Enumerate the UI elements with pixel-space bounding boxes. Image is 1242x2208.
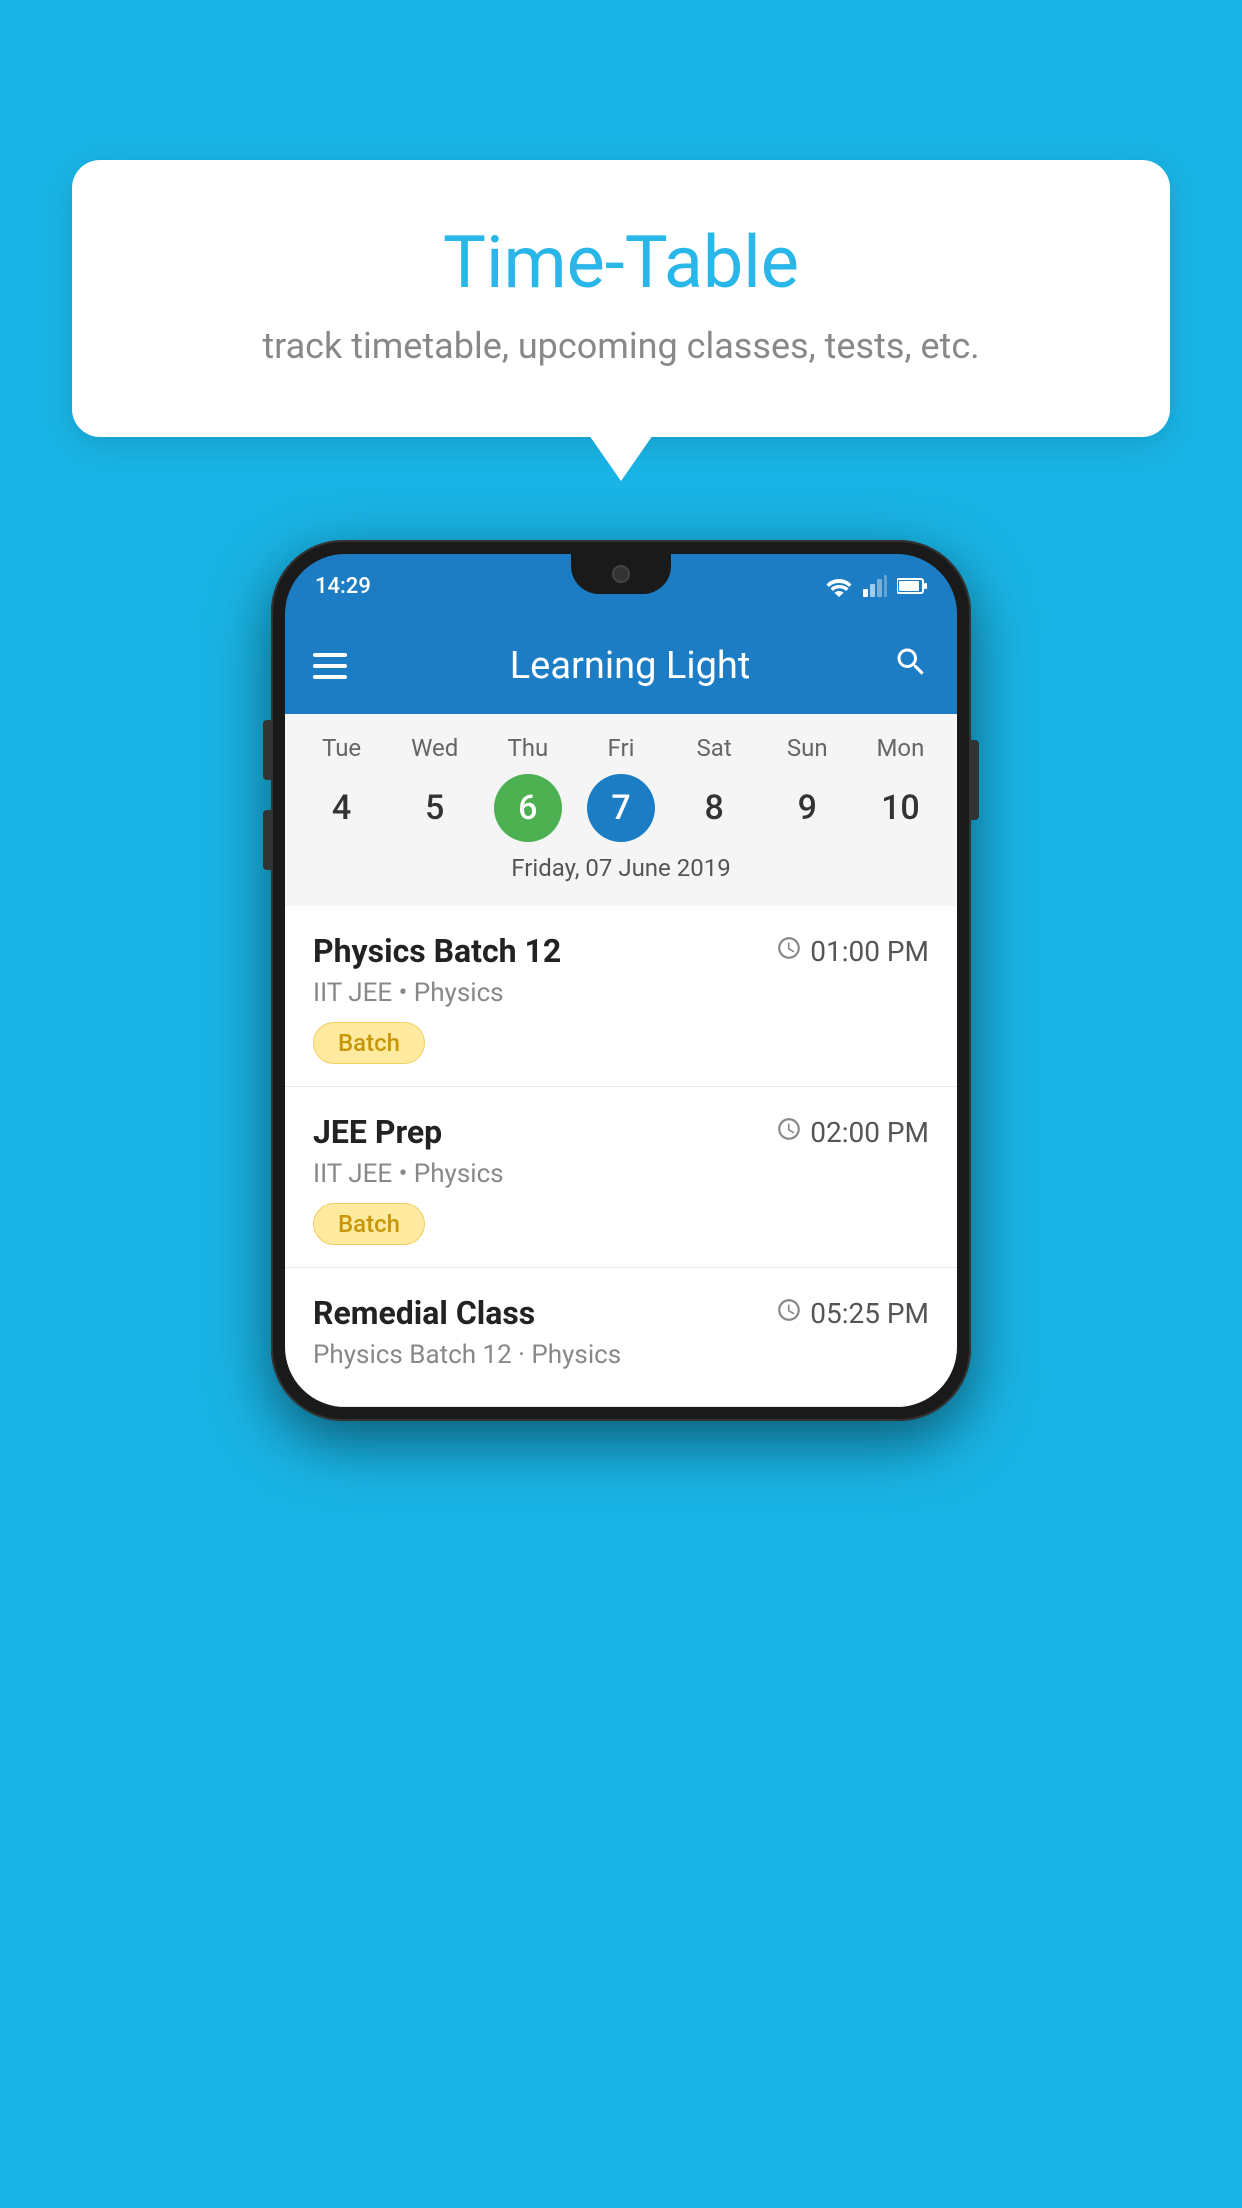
schedule-item[interactable]: JEE Prep 02:00 PM IIT JEE • Physics Batc… — [285, 1087, 957, 1268]
date-cell[interactable]: 8 — [668, 774, 761, 842]
signal-icon — [863, 575, 887, 597]
tooltip-card: Time-Table track timetable, upcoming cla… — [72, 160, 1170, 437]
batch-badge: Batch — [313, 1022, 425, 1064]
schedule-title: Remedial Class — [313, 1294, 535, 1332]
schedule-list: Physics Batch 12 01:00 PM IIT JEE • Phys… — [285, 906, 957, 1407]
volume-down-button — [263, 810, 271, 870]
day-label: Wed — [388, 728, 481, 768]
batch-badge: Batch — [313, 1203, 425, 1245]
date-cell[interactable]: 9 — [761, 774, 854, 842]
status-icons — [825, 575, 927, 597]
date-cell[interactable]: 6 — [494, 774, 562, 842]
date-cell[interactable]: 10 — [854, 774, 947, 842]
day-label: Mon — [854, 728, 947, 768]
date-cell[interactable]: 7 — [587, 774, 655, 842]
wifi-icon — [825, 575, 853, 597]
schedule-time: 01:00 PM — [776, 935, 929, 968]
tooltip-title: Time-Table — [152, 220, 1090, 305]
schedule-item[interactable]: Remedial Class 05:25 PM Physics Batch 12… — [285, 1268, 957, 1407]
tooltip-subtitle: track timetable, upcoming classes, tests… — [152, 325, 1090, 367]
power-button — [971, 740, 979, 820]
schedule-subtitle: IIT JEE • Physics — [313, 978, 929, 1008]
day-label: Thu — [481, 728, 574, 768]
dates-row[interactable]: 45678910 — [285, 768, 957, 848]
schedule-subtitle: Physics Batch 12 · Physics — [313, 1340, 929, 1370]
day-label: Tue — [295, 728, 388, 768]
status-time: 14:29 — [315, 574, 371, 599]
battery-icon — [897, 577, 927, 595]
schedule-subtitle: IIT JEE • Physics — [313, 1159, 929, 1189]
days-header: TueWedThuFriSatSunMon — [285, 728, 957, 768]
phone-frame: 14:29 — [271, 540, 971, 1421]
schedule-title: JEE Prep — [313, 1113, 442, 1151]
date-cell[interactable]: 4 — [295, 774, 388, 842]
hamburger-menu-button[interactable] — [313, 653, 347, 679]
calendar-section: TueWedThuFriSatSunMon 45678910 Friday, 0… — [285, 714, 957, 906]
phone-screen: 14:29 — [285, 554, 957, 1407]
date-cell[interactable]: 5 — [388, 774, 481, 842]
volume-up-button — [263, 720, 271, 780]
clock-icon — [776, 935, 802, 968]
app-bar-title: Learning Light — [377, 644, 883, 688]
app-bar: Learning Light — [285, 618, 957, 714]
phone-mockup: 14:29 — [271, 540, 971, 1421]
schedule-time: 05:25 PM — [776, 1297, 929, 1330]
schedule-time: 02:00 PM — [776, 1116, 929, 1149]
day-label: Fri — [574, 728, 667, 768]
search-button[interactable] — [893, 644, 929, 689]
clock-icon — [776, 1297, 802, 1330]
schedule-title: Physics Batch 12 — [313, 932, 561, 970]
camera — [612, 565, 630, 583]
status-bar: 14:29 — [285, 554, 957, 618]
day-label: Sun — [761, 728, 854, 768]
day-label: Sat — [668, 728, 761, 768]
notch — [571, 554, 671, 594]
clock-icon — [776, 1116, 802, 1149]
schedule-item[interactable]: Physics Batch 12 01:00 PM IIT JEE • Phys… — [285, 906, 957, 1087]
selected-date-label: Friday, 07 June 2019 — [285, 848, 957, 896]
